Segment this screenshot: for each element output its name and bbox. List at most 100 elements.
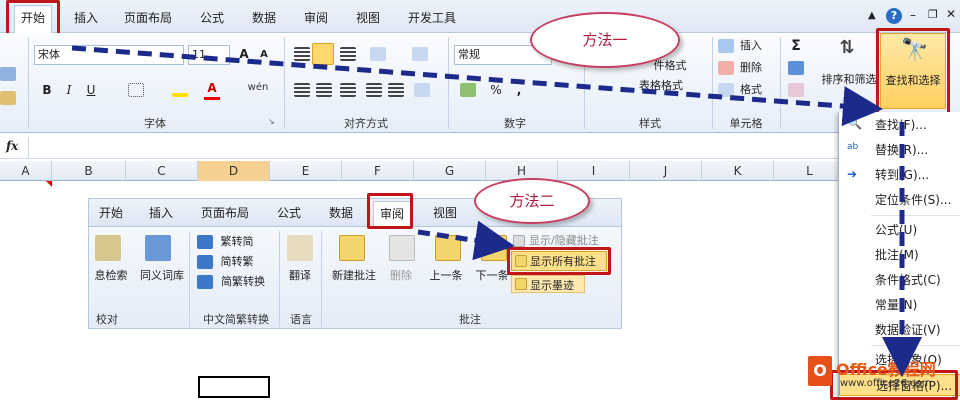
show-ink-button[interactable]: 显示墨迹	[511, 275, 585, 293]
chinese-conversion-button[interactable]: 简繁转换	[215, 273, 271, 291]
bold-button[interactable]: B	[40, 81, 54, 99]
thesaurus-icon[interactable]	[145, 235, 171, 261]
translate-icon[interactable]	[287, 235, 313, 261]
inset-tab-data[interactable]: 数据	[323, 203, 359, 223]
indent-decrease-icon[interactable]	[366, 83, 382, 97]
indent-increase-icon[interactable]	[388, 83, 404, 97]
align-bottom-icon[interactable]	[340, 47, 356, 61]
font-color-icon[interactable]: A	[204, 79, 220, 100]
border-icon[interactable]	[128, 83, 144, 97]
previous-comment-icon[interactable]	[435, 235, 461, 261]
next-comment-icon[interactable]	[481, 235, 507, 261]
delete-cells-icon[interactable]	[718, 61, 734, 75]
column-header[interactable]: F	[342, 161, 414, 181]
inset-tab-home[interactable]: 开始	[93, 203, 129, 223]
orientation-icon[interactable]	[370, 47, 386, 61]
clear-icon[interactable]	[788, 83, 804, 97]
menu-item-constants[interactable]: 常量(N)	[839, 294, 960, 316]
new-comment-button[interactable]: 新建批注	[327, 267, 381, 285]
sort-filter-button[interactable]: 排序和筛选	[814, 71, 884, 89]
research-icon[interactable]	[95, 235, 121, 261]
minimize-icon[interactable]: –	[910, 8, 916, 22]
align-top-icon[interactable]	[294, 47, 310, 61]
inset-tab-view[interactable]: 视图	[427, 203, 463, 223]
fill-color-icon[interactable]	[172, 83, 188, 97]
phonetic-icon[interactable]: wén	[246, 79, 270, 97]
fx-icon[interactable]: fx	[6, 139, 18, 153]
delete-button[interactable]: 删除	[736, 59, 766, 77]
inset-tab-insert[interactable]: 插入	[143, 203, 179, 223]
merge-cells-icon[interactable]	[414, 83, 430, 97]
align-right-icon[interactable]	[340, 83, 356, 97]
menu-item-replace[interactable]: 替换(R)...	[839, 139, 960, 161]
align-middle-icon[interactable]	[312, 43, 334, 65]
tab-insert[interactable]: 插入	[68, 8, 104, 28]
column-header[interactable]: I	[558, 161, 630, 181]
menu-item-data-validation[interactable]: 数据验证(V)	[839, 319, 960, 341]
font-name-select[interactable]: 宋体	[34, 45, 184, 65]
menu-item-goto-special[interactable]: 定位条件(S)...	[839, 189, 960, 211]
tab-view[interactable]: 视图	[350, 8, 386, 28]
inset-tab-formulas[interactable]: 公式	[271, 203, 307, 223]
menu-item-comments[interactable]: 批注(M)	[839, 244, 960, 266]
previous-comment-button[interactable]: 上一条	[423, 267, 469, 285]
insert-cells-icon[interactable]	[718, 39, 734, 53]
font-size-select[interactable]: 11	[188, 45, 230, 65]
selected-cell[interactable]	[198, 376, 270, 398]
inset-group-label-language: 语言	[290, 313, 312, 326]
research-button[interactable]: 息检索	[89, 267, 133, 285]
align-center-icon[interactable]	[316, 83, 332, 97]
tab-data[interactable]: 数据	[246, 8, 282, 28]
comma-button[interactable]: ,	[512, 81, 526, 99]
column-header[interactable]: E	[270, 161, 342, 181]
autosum-icon[interactable]: Σ	[788, 37, 804, 55]
format-as-table-button[interactable]: 表格格式	[626, 77, 696, 95]
column-header[interactable]: A	[0, 161, 52, 181]
new-comment-icon[interactable]	[339, 235, 365, 261]
currency-icon[interactable]	[460, 83, 476, 97]
column-header[interactable]: K	[702, 161, 774, 181]
thesaurus-button[interactable]: 同义词库	[135, 267, 189, 285]
percent-button[interactable]: %	[488, 81, 504, 99]
menu-item-formulas[interactable]: 公式(U)	[839, 219, 960, 241]
convert-to-simplified-button[interactable]: 简转繁	[215, 253, 259, 271]
shrink-font-icon[interactable]: A	[256, 46, 272, 64]
restore-icon[interactable]: ❐	[928, 8, 938, 21]
tab-developer[interactable]: 开发工具	[402, 8, 462, 28]
menu-item-goto[interactable]: 转到(G)...	[839, 164, 960, 186]
font-dialog-launcher-icon[interactable]: ↘	[268, 117, 275, 126]
grow-font-icon[interactable]: A	[236, 45, 252, 63]
tab-review[interactable]: 审阅	[298, 8, 334, 28]
tab-formulas[interactable]: 公式	[194, 8, 230, 28]
convert-to-traditional-button[interactable]: 繁转简	[215, 233, 259, 251]
help-icon[interactable]: ?	[886, 8, 902, 24]
column-header[interactable]: C	[126, 161, 198, 181]
collapse-ribbon-icon[interactable]: ▲	[868, 10, 876, 21]
fill-icon[interactable]	[788, 61, 804, 75]
sort-filter-icon[interactable]: ⇅	[834, 39, 860, 57]
tab-page-layout[interactable]: 页面布局	[118, 8, 178, 28]
italic-button[interactable]: I	[62, 81, 76, 99]
delete-comment-button[interactable]: 删除	[383, 267, 419, 285]
formula-bar[interactable]: fx	[0, 137, 960, 159]
insert-button[interactable]: 插入	[736, 37, 766, 55]
inset-tab-page-layout[interactable]: 页面布局	[195, 203, 255, 223]
close-icon[interactable]: ✕	[946, 7, 956, 21]
format-cells-icon[interactable]	[718, 83, 734, 97]
translate-button[interactable]: 翻译	[281, 267, 319, 285]
column-header[interactable]: J	[630, 161, 702, 181]
column-header[interactable]: B	[52, 161, 126, 181]
column-header[interactable]: L	[774, 161, 846, 181]
menu-item-find[interactable]: 查找(F)...	[839, 114, 960, 136]
align-left-icon[interactable]	[294, 83, 310, 97]
delete-comment-icon[interactable]	[389, 235, 415, 261]
format-painter-icon[interactable]	[0, 91, 16, 105]
menu-item-conditional-formatting[interactable]: 条件格式(C)	[839, 269, 960, 291]
copy-icon[interactable]	[0, 67, 16, 81]
wrap-text-icon[interactable]	[412, 47, 428, 61]
format-button[interactable]: 格式	[736, 81, 766, 99]
column-header[interactable]: G	[414, 161, 486, 181]
column-header[interactable]: D	[198, 161, 270, 181]
highlight-show-all-comments	[507, 247, 611, 275]
underline-button[interactable]: U	[84, 81, 98, 99]
